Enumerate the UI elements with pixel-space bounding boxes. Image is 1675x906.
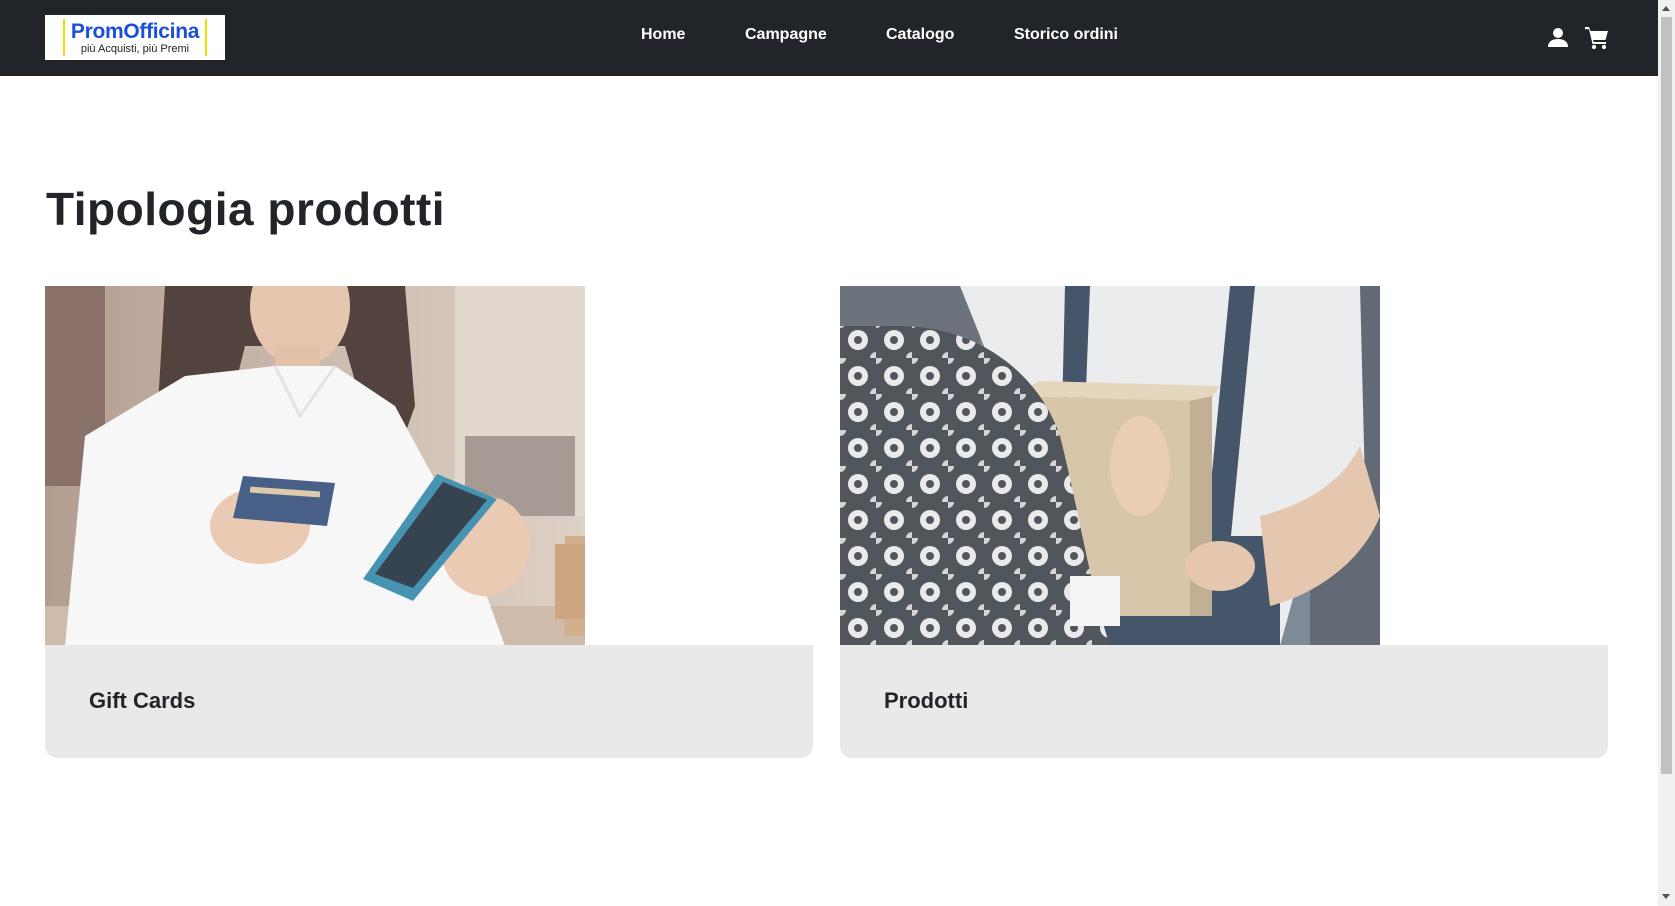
user-icon[interactable] [1545, 24, 1571, 50]
nav-campagne[interactable]: Campagne [745, 26, 827, 44]
prodotti-footer: Prodotti [840, 645, 1608, 758]
scrollbar-thumb[interactable] [1661, 17, 1672, 774]
page-title: Tipologia prodotti [46, 183, 446, 235]
card-prodotti[interactable]: Prodotti [840, 286, 1608, 758]
nav-catalogo[interactable]: Catalogo [886, 26, 954, 44]
card-title-gift-cards[interactable]: Gift Cards [89, 688, 195, 714]
prodotti-image [840, 286, 1380, 646]
nav-home[interactable]: Home [641, 26, 685, 44]
card-gift-cards[interactable]: Gift Cards [45, 286, 813, 758]
gift-cards-footer: Gift Cards [45, 645, 813, 758]
scroll-down-arrow-icon[interactable] [1662, 894, 1670, 899]
gift-cards-image [45, 286, 585, 646]
page: PromOfficina più Acquisti, più Premi Hom… [0, 0, 1675, 906]
cart-icon[interactable] [1584, 24, 1610, 50]
main-nav: Home Campagne Catalogo Storico ordini [0, 0, 1658, 76]
scroll-up-arrow-icon[interactable] [1662, 6, 1670, 11]
top-navbar: PromOfficina più Acquisti, più Premi Hom… [0, 0, 1658, 76]
nav-storico-ordini[interactable]: Storico ordini [1014, 26, 1118, 44]
card-title-prodotti[interactable]: Prodotti [884, 688, 968, 714]
